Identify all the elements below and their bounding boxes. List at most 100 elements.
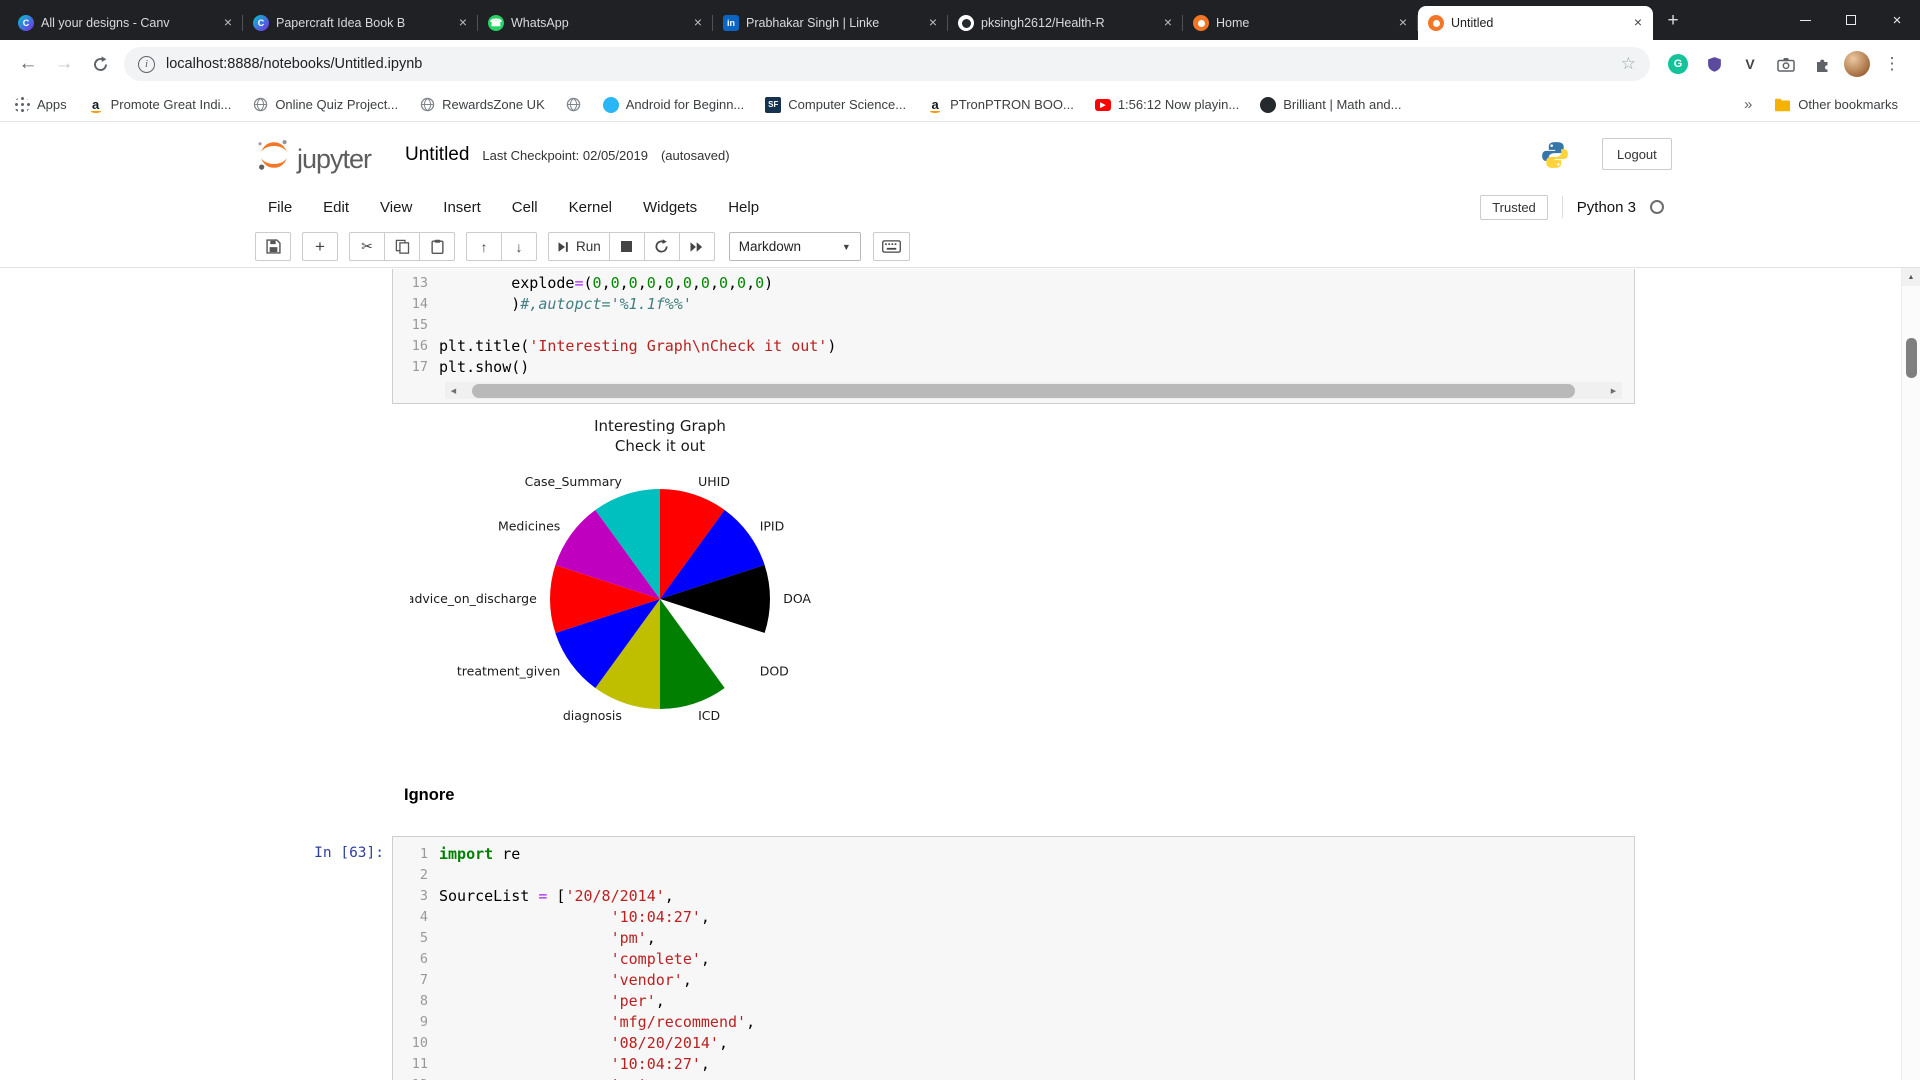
forward-button[interactable]: → xyxy=(49,49,79,79)
browser-tab-prabhakar-singh-linke[interactable]: in Prabhakar Singh | Linke × xyxy=(713,6,948,40)
browser-tab-whatsapp[interactable]: ☎ WhatsApp × xyxy=(478,6,713,40)
code-text: '10:04:27', xyxy=(610,908,710,926)
tab-label: pksingh2612/Health-R xyxy=(981,16,1105,30)
browser-tab-all-your-designs-canv[interactable]: C All your designs - Canv × xyxy=(8,6,243,40)
bookmark-item[interactable]: a Promote Great Indi... xyxy=(88,97,231,113)
horizontal-scroll-track[interactable] xyxy=(462,382,1605,399)
trusted-button[interactable]: Trusted xyxy=(1480,194,1548,220)
amazon-favicon: a xyxy=(930,97,941,113)
move-cell-down-button[interactable]: ↓ xyxy=(501,232,537,261)
save-button[interactable] xyxy=(255,232,291,261)
cut-cell-button[interactable]: ✂ xyxy=(349,232,385,261)
restart-run-all-button[interactable] xyxy=(678,232,715,261)
logout-button[interactable]: Logout xyxy=(1602,138,1672,170)
browser-menu-button[interactable]: ⋮ xyxy=(1877,49,1907,79)
menu-edit[interactable]: Edit xyxy=(323,199,349,216)
jupyter-logo[interactable]: jupyter xyxy=(255,136,372,174)
command-palette-button[interactable] xyxy=(872,232,910,261)
step-forward-icon xyxy=(558,241,568,252)
bookmark-label: PTronPTRON BOO... xyxy=(950,97,1074,112)
menu-view[interactable]: View xyxy=(380,199,412,216)
code-cell-input[interactable]: 13 explode=(0,0,0,0,0,0,0,0,0,0) 14 )#,au… xyxy=(392,269,1635,404)
code-cell-input[interactable]: 1 import re 2 3 SourceList = ['20/8/2014', 4 … xyxy=(392,836,1635,1080)
v-extension-button[interactable]: V xyxy=(1735,49,1765,79)
copy-cell-button[interactable] xyxy=(384,232,420,261)
code-editor[interactable]: 13 explode=(0,0,0,0,0,0,0,0,0,0) 14 )#,au… xyxy=(393,273,1634,378)
line-number: 10 xyxy=(411,1035,428,1051)
extensions-button[interactable] xyxy=(1807,49,1837,79)
menu-insert[interactable]: Insert xyxy=(443,199,481,216)
autosave-status: (autosaved) xyxy=(660,148,730,163)
horizontal-scroll-thumb[interactable] xyxy=(472,383,1575,398)
tab-close-icon[interactable]: × xyxy=(689,14,707,32)
horizontal-scrollbar[interactable]: ◀ ▶ xyxy=(445,382,1622,399)
github-favicon xyxy=(958,15,974,31)
jupyter-logo-icon xyxy=(258,140,287,170)
grammarly-extension-button[interactable]: G xyxy=(1663,49,1693,79)
notebook-title[interactable]: Untitled xyxy=(405,144,469,166)
tab-close-icon[interactable]: × xyxy=(1159,14,1177,32)
browser-tab-pksingh2612-health-r[interactable]: pksingh2612/Health-R × xyxy=(948,6,1183,40)
tab-close-icon[interactable]: × xyxy=(454,14,472,32)
cell-type-dropdown[interactable]: Markdown ▼ xyxy=(728,232,861,261)
code-line: 11 '10:04:27', xyxy=(393,1054,1634,1075)
menu-widgets[interactable]: Widgets xyxy=(643,199,697,216)
tab-close-icon[interactable]: × xyxy=(219,14,237,32)
menu-kernel[interactable]: Kernel xyxy=(569,199,612,216)
bookmark-item[interactable]: SF Computer Science... xyxy=(765,96,906,113)
paste-cell-button[interactable] xyxy=(419,232,455,261)
new-tab-button[interactable]: + xyxy=(1659,8,1687,36)
tab-close-icon[interactable]: × xyxy=(1394,14,1412,32)
bookmark-label: Apps xyxy=(37,97,67,112)
move-cell-up-button[interactable]: ↑ xyxy=(466,232,502,261)
back-button[interactable]: ← xyxy=(13,49,43,79)
run-cell-button[interactable]: Run xyxy=(548,232,610,261)
menu-file[interactable]: File xyxy=(268,199,292,216)
insert-cell-button[interactable]: + xyxy=(302,232,338,261)
bookmark-label: Brilliant | Math and... xyxy=(1283,97,1402,112)
other-bookmarks-button[interactable]: Other bookmarks xyxy=(1774,97,1898,112)
pie-label-DOD: DOD xyxy=(760,663,789,678)
scroll-left-arrow-icon[interactable]: ◀ xyxy=(445,382,462,399)
menu-help[interactable]: Help xyxy=(728,199,759,216)
scroll-up-arrow-icon[interactable]: ▲ xyxy=(1902,268,1920,286)
bookmark-star-icon[interactable]: ☆ xyxy=(1621,54,1636,74)
tab-label: Untitled xyxy=(1451,16,1494,30)
page-info-icon[interactable]: i xyxy=(138,55,155,73)
restart-kernel-button[interactable] xyxy=(643,232,680,261)
bookmark-item[interactable] xyxy=(566,97,582,113)
line-number: 14 xyxy=(411,296,428,312)
browser-tab-home[interactable]: Home × xyxy=(1183,6,1418,40)
bookmark-item[interactable]: Android for Beginn... xyxy=(602,96,744,113)
profile-avatar[interactable] xyxy=(1844,51,1870,77)
code-editor[interactable]: 1 import re 2 3 SourceList = ['20/8/2014', 4 … xyxy=(393,844,1634,1080)
plus-icon: + xyxy=(315,236,325,256)
shield-extension-button[interactable] xyxy=(1699,49,1729,79)
vertical-scrollbar[interactable]: ▲ xyxy=(1901,268,1920,1080)
tab-close-icon[interactable]: × xyxy=(924,14,942,32)
browser-tab-untitled[interactable]: Untitled × xyxy=(1418,6,1653,40)
scroll-right-arrow-icon[interactable]: ▶ xyxy=(1605,382,1622,399)
bookmark-item[interactable]: Brilliant | Math and... xyxy=(1260,96,1402,113)
maximize-button[interactable] xyxy=(1828,0,1874,40)
bookmark-item[interactable]: Online Quiz Project... xyxy=(252,97,398,113)
minimize-button[interactable] xyxy=(1782,0,1828,40)
bookmark-item[interactable]: Apps xyxy=(14,97,67,113)
tab-close-icon[interactable]: × xyxy=(1629,14,1647,32)
omnibox[interactable]: i localhost:8888/notebooks/Untitled.ipyn… xyxy=(124,47,1650,81)
bookmark-item[interactable]: RewardsZone UK xyxy=(419,97,545,113)
interrupt-kernel-button[interactable] xyxy=(608,232,645,261)
reload-button[interactable] xyxy=(85,49,115,79)
youtube-favicon: ▶ xyxy=(1094,98,1111,111)
line-number: 6 xyxy=(419,951,428,967)
menu-cell[interactable]: Cell xyxy=(512,199,538,216)
vertical-scroll-thumb[interactable] xyxy=(1906,338,1917,378)
camera-extension-button[interactable] xyxy=(1771,49,1801,79)
bookmark-list: Apps a Promote Great Indi... Online Quiz Pr… xyxy=(14,96,1423,113)
markdown-cell[interactable]: Ignore xyxy=(404,786,454,805)
bookmark-item[interactable]: ▶ 1:56:12 Now playin... xyxy=(1094,97,1239,112)
bookmarks-overflow-chevron[interactable]: » xyxy=(1744,96,1752,113)
browser-tab-papercraft-idea-book-b[interactable]: C Papercraft Idea Book B × xyxy=(243,6,478,40)
close-button[interactable]: × xyxy=(1874,0,1920,40)
bookmark-item[interactable]: a PTronPTRON BOO... xyxy=(927,97,1074,113)
